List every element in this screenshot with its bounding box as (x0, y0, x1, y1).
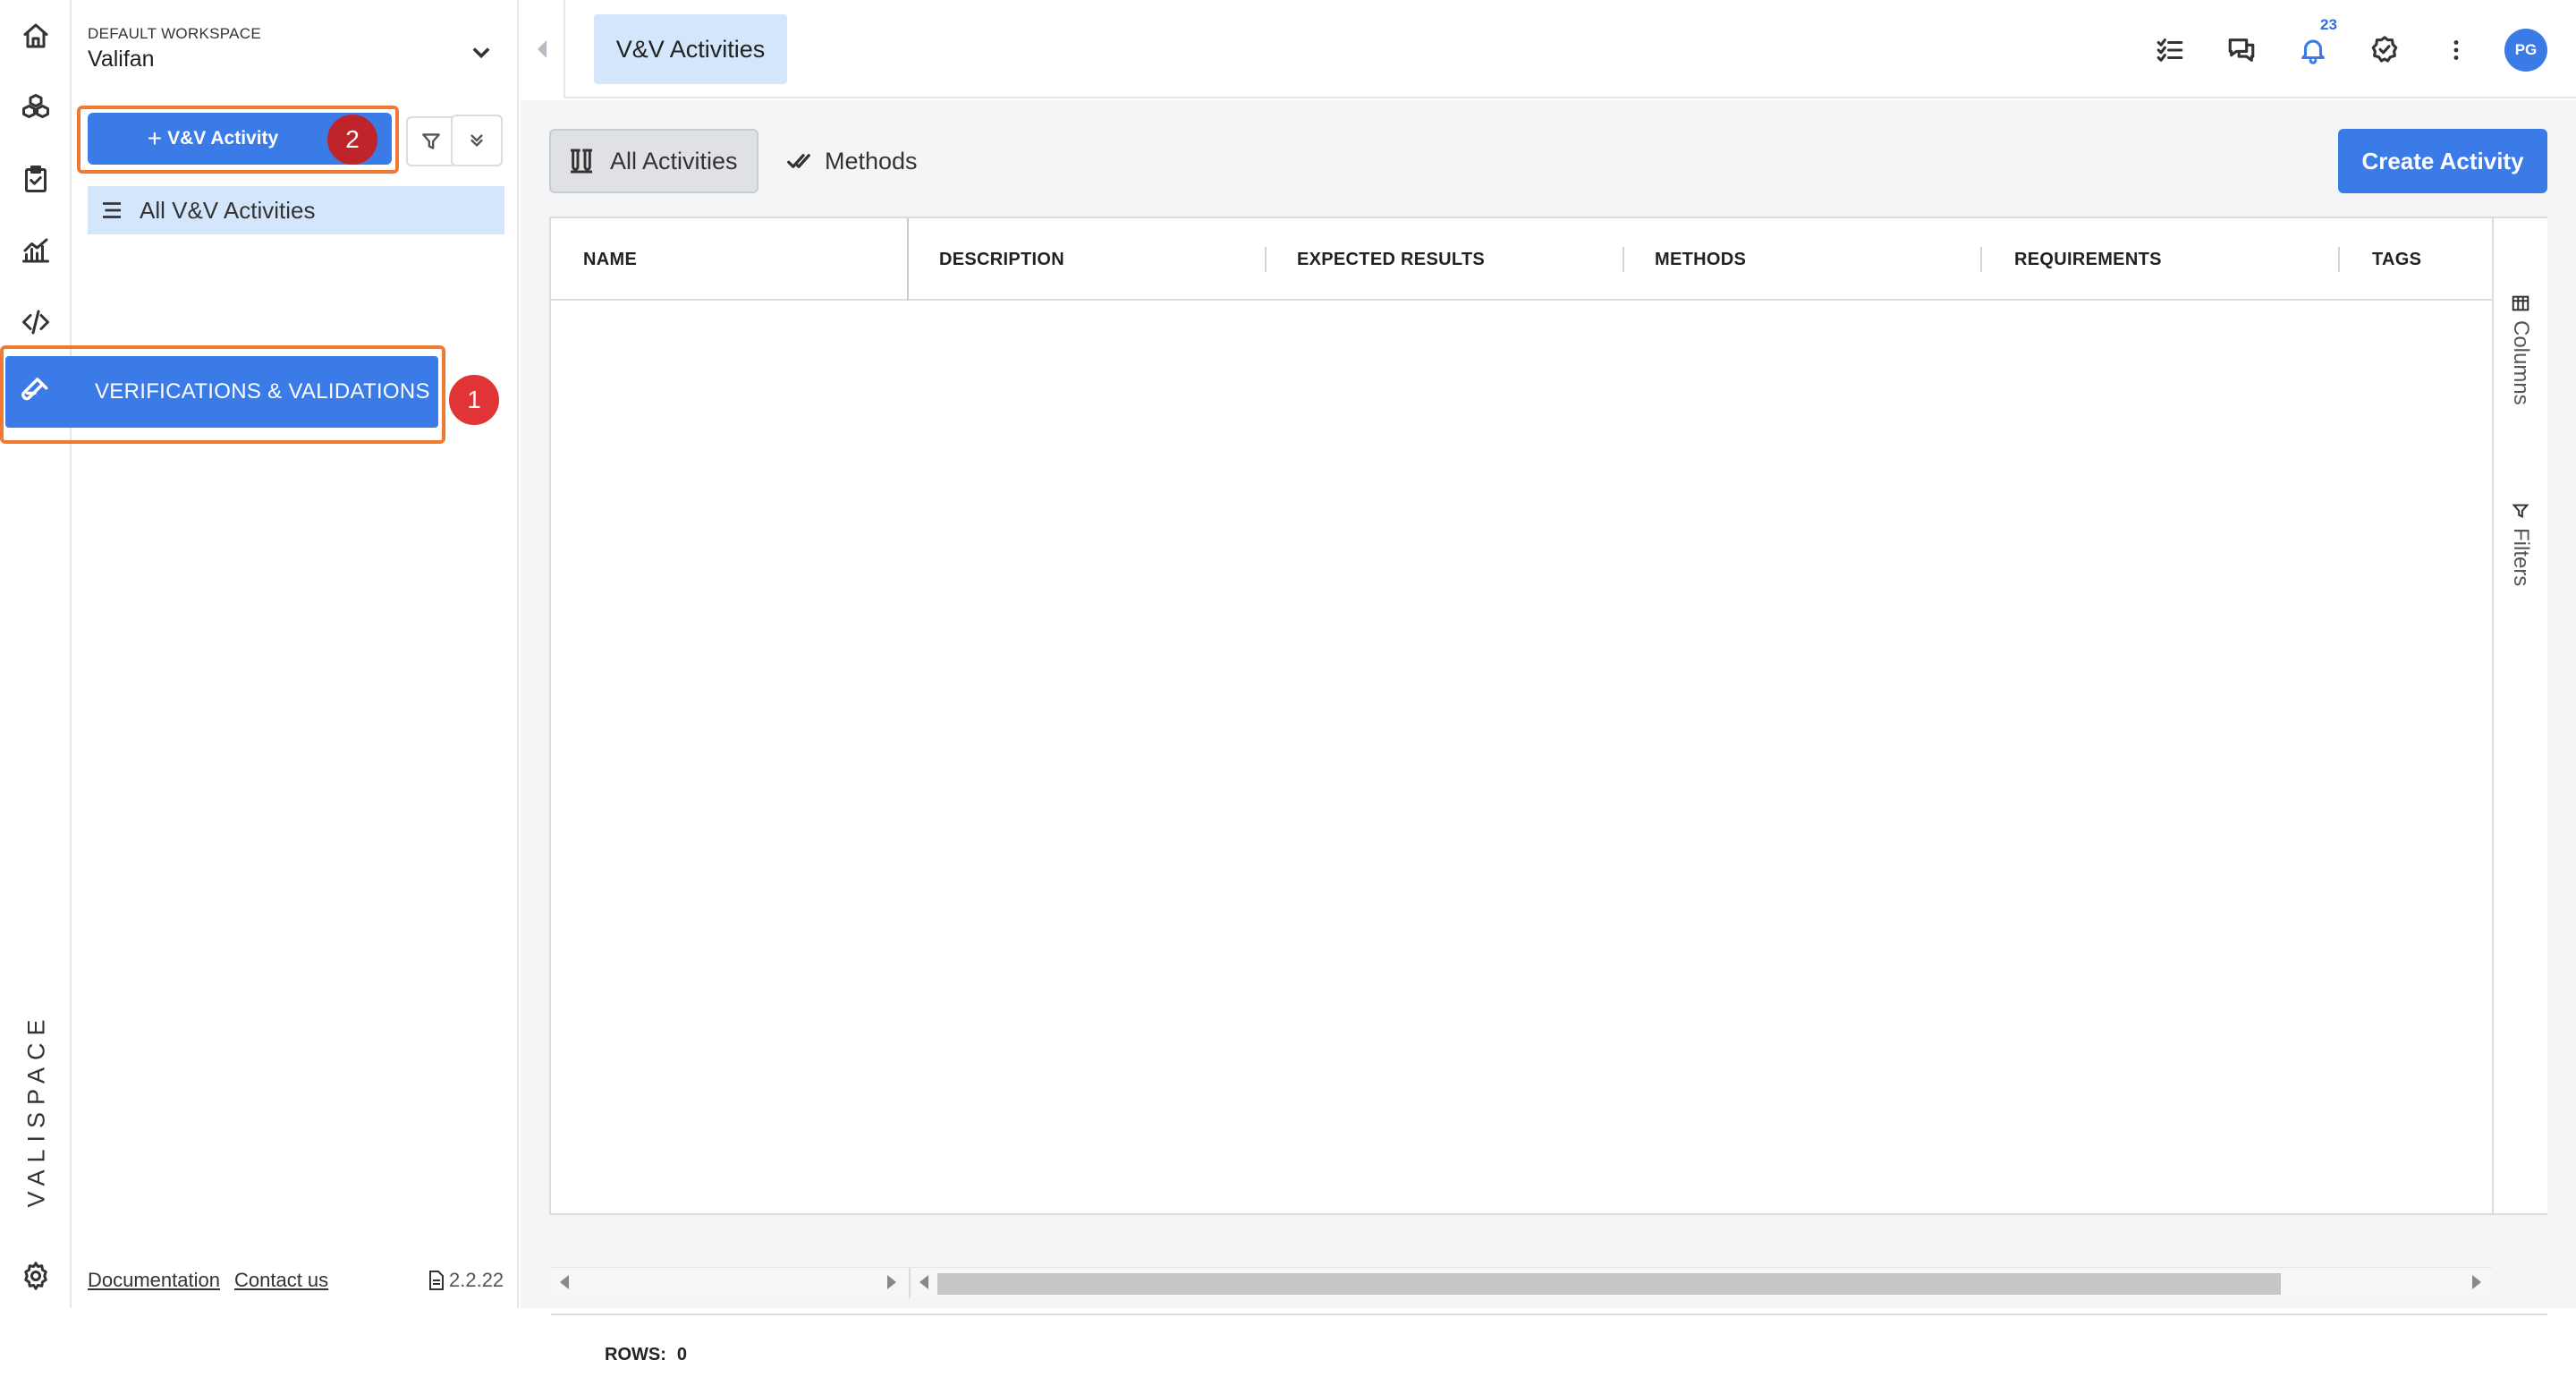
scroll-right-arrow[interactable] (2472, 1275, 2481, 1289)
list-icon (103, 202, 121, 218)
column-separator[interactable] (2338, 247, 2340, 272)
filter-icon (2512, 504, 2529, 519)
chevron-down-icon[interactable] (465, 36, 497, 68)
bell-icon[interactable] (2295, 32, 2331, 68)
avatar[interactable]: PG (2504, 29, 2547, 72)
scrollbar-thumb[interactable] (937, 1273, 2281, 1295)
workspace-name[interactable]: Valifan (88, 47, 155, 72)
column-header-requirements[interactable]: REQUIREMENTS (2014, 218, 2162, 301)
plus-icon: + (147, 124, 163, 152)
home-icon[interactable] (18, 18, 54, 54)
version-info: 2.2.22 (428, 1269, 504, 1292)
modules-icon[interactable] (18, 89, 54, 125)
test-tube-icon (21, 378, 48, 401)
settings-icon[interactable] (18, 1258, 54, 1294)
list-item-label: All V&V Activities (140, 196, 316, 224)
column-header-name[interactable]: NAME (583, 218, 637, 301)
analytics-icon[interactable] (18, 233, 54, 268)
tab-methods-label: Methods (825, 147, 918, 174)
grid-side-panel: Columns Filters (2492, 218, 2547, 1213)
contact-link[interactable]: Contact us (234, 1269, 328, 1292)
test-tubes-icon (571, 149, 592, 174)
scroll-left-arrow-pinned[interactable] (560, 1275, 569, 1289)
caret-left-icon (538, 40, 547, 58)
tab-all-activities-label: All Activities (610, 147, 738, 174)
scroll-right-arrow-pinned[interactable] (887, 1275, 896, 1289)
checklist-icon[interactable] (2152, 32, 2188, 68)
create-activity-button[interactable]: Create Activity (2338, 129, 2547, 193)
icon-rail: VALISPACE (0, 0, 72, 1308)
more-vert-icon[interactable] (2438, 32, 2474, 68)
footer-links: Documentation Contact us (88, 1269, 328, 1292)
rows-count: 0 (676, 1344, 688, 1364)
table-footer: ROWS: 0 (551, 1313, 2547, 1394)
pinned-column-divider (907, 218, 909, 301)
filters-tool-tab[interactable]: Filters (2503, 501, 2538, 586)
columns-tool-label: Columns (2509, 320, 2533, 405)
callout-badge-1: 1 (449, 375, 499, 425)
chat-icon[interactable] (2224, 32, 2259, 68)
columns-icon (2512, 295, 2529, 311)
tab-methods[interactable]: Methods (785, 129, 918, 193)
secondary-sidebar: DEFAULT WORKSPACE Valifan + V&V Activity… (72, 0, 519, 1308)
filter-icon (422, 133, 440, 149)
tab-all-activities[interactable]: All Activities (549, 129, 758, 193)
columns-tool-tab[interactable]: Columns (2503, 293, 2538, 405)
check-badge-icon[interactable] (2367, 32, 2402, 68)
filter-button[interactable] (406, 116, 456, 166)
collapse-sidebar-button[interactable] (521, 0, 565, 98)
document-icon (429, 1271, 444, 1290)
column-header-methods[interactable]: METHODS (1655, 218, 1746, 301)
table-header: NAME DESCRIPTION EXPECTED RESULTS METHOD… (551, 218, 2492, 301)
column-separator[interactable] (1980, 247, 1982, 272)
column-header-expected-results[interactable]: EXPECTED RESULTS (1297, 218, 1485, 301)
column-separator[interactable] (1265, 247, 1267, 272)
filters-tool-label: Filters (2509, 528, 2533, 587)
double-check-icon (787, 154, 810, 168)
top-bar: V&V Activities 23 PG (565, 0, 2576, 98)
column-header-description[interactable]: DESCRIPTION (939, 218, 1064, 301)
nav-verifications-validations[interactable]: VERIFICATIONS & VALIDATIONS (5, 356, 438, 428)
rows-label: ROWS: (605, 1344, 666, 1364)
valispace-logo: VALISPACE (22, 1011, 50, 1208)
nav-label: VERIFICATIONS & VALIDATIONS (95, 379, 430, 404)
activities-table: NAME DESCRIPTION EXPECTED RESULTS METHOD… (549, 217, 2547, 1394)
column-header-tags[interactable]: TAGS (2372, 218, 2421, 301)
code-icon[interactable] (18, 304, 54, 340)
tab-vv-activities[interactable]: V&V Activities (594, 14, 787, 84)
main-content: All Activities Methods Create Activity N… (521, 100, 2576, 1394)
version-label: 2.2.22 (449, 1269, 504, 1291)
column-separator[interactable] (1623, 247, 1624, 272)
callout-badge-2: 2 (327, 115, 377, 165)
clipboard-check-icon[interactable] (18, 161, 54, 197)
notification-count: 23 (2320, 16, 2337, 33)
horizontal-scrollbar[interactable] (551, 1267, 2492, 1298)
scroll-left-arrow[interactable] (919, 1275, 928, 1289)
workspace-label: DEFAULT WORKSPACE (88, 25, 262, 42)
scrollbar-divider (909, 1268, 911, 1298)
list-item-all-vv-activities[interactable]: All V&V Activities (88, 186, 504, 234)
add-button-label: V&V Activity (167, 128, 279, 149)
expand-all-button[interactable] (451, 115, 503, 166)
documentation-link[interactable]: Documentation (88, 1269, 220, 1292)
double-chevron-down-icon (470, 134, 483, 147)
